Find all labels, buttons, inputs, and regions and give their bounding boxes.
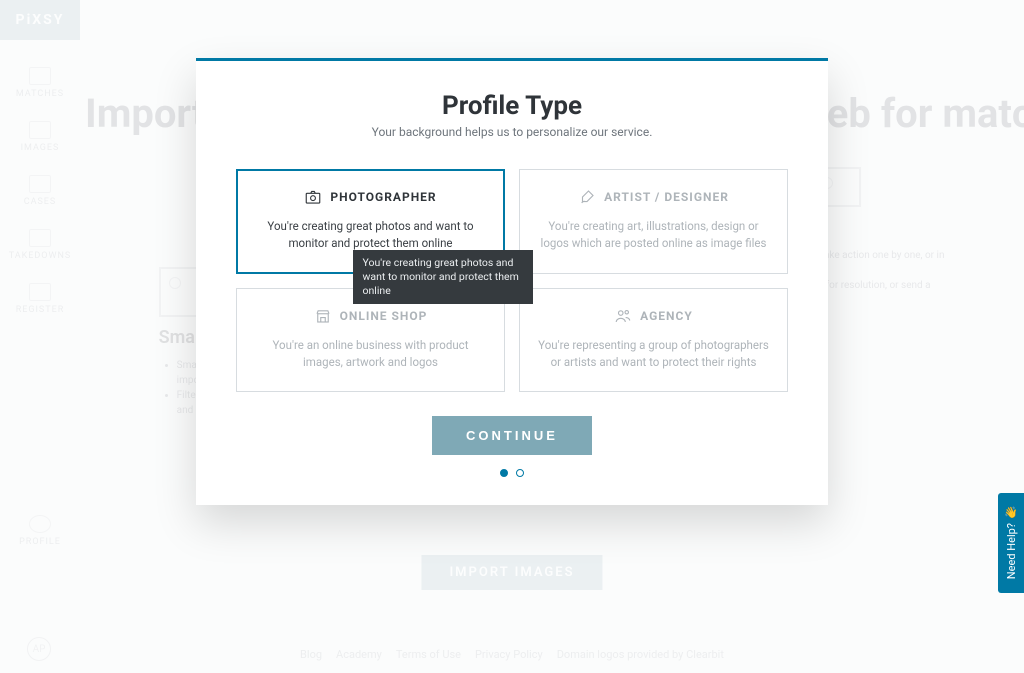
- wave-icon: 👋: [1004, 506, 1018, 519]
- option-desc: You're creating great photos and want to…: [253, 218, 488, 253]
- step-dot-2[interactable]: [516, 469, 524, 477]
- option-label: PHOTOGRAPHER: [330, 190, 436, 204]
- modal-title: Profile Type: [236, 91, 788, 121]
- profile-type-modal: Profile Type Your background helps us to…: [196, 58, 828, 505]
- shop-icon: [314, 307, 332, 325]
- option-label: AGENCY: [640, 309, 693, 323]
- option-photographer[interactable]: PHOTOGRAPHER You're creating great photo…: [236, 169, 505, 274]
- option-desc: You're creating art, illustrations, desi…: [536, 218, 771, 253]
- step-dot-1[interactable]: [500, 469, 508, 477]
- people-icon: [614, 307, 632, 325]
- brush-icon: [578, 188, 596, 206]
- option-desc: You're an online business with product i…: [253, 337, 488, 372]
- need-help-tab[interactable]: 👋 Need Help?: [998, 493, 1024, 593]
- need-help-label: Need Help?: [1005, 523, 1018, 579]
- option-desc: You're representing a group of photograp…: [536, 337, 771, 372]
- option-label: ARTIST / DESIGNER: [604, 190, 729, 204]
- option-tooltip: You're creating great photos and want to…: [353, 250, 533, 305]
- camera-icon: [304, 188, 322, 206]
- option-agency[interactable]: AGENCY You're representing a group of ph…: [519, 288, 788, 393]
- continue-button[interactable]: CONTINUE: [432, 416, 592, 455]
- profile-type-options: PHOTOGRAPHER You're creating great photo…: [236, 169, 788, 392]
- option-label: ONLINE SHOP: [340, 309, 428, 323]
- option-artist-designer[interactable]: ARTIST / DESIGNER You're creating art, i…: [519, 169, 788, 274]
- step-indicator: [236, 469, 788, 477]
- modal-subtitle: Your background helps us to personalize …: [236, 125, 788, 139]
